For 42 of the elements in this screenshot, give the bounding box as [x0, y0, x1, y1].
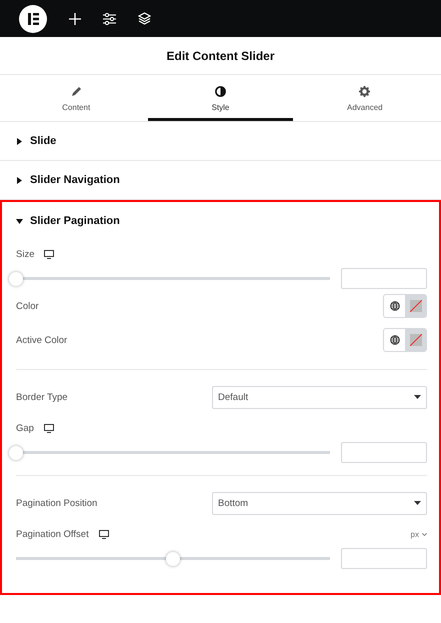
number-input[interactable]	[341, 442, 427, 463]
slider-thumb[interactable]	[9, 446, 23, 460]
control-label: Pagination Offset	[16, 528, 89, 540]
plus-icon[interactable]	[69, 12, 81, 24]
desktop-icon[interactable]	[98, 530, 109, 538]
chevron-down-icon[interactable]	[422, 532, 427, 536]
control-label: Color	[16, 300, 39, 312]
globe-icon[interactable]	[390, 301, 400, 311]
desktop-icon[interactable]	[44, 250, 54, 258]
panel-title: Edit Content Slider	[0, 37, 441, 75]
select-dropdown[interactable]: Default	[212, 386, 427, 408]
number-input[interactable]	[341, 548, 427, 569]
sliders-icon[interactable]	[103, 12, 116, 24]
unit-selector[interactable]: px	[410, 530, 419, 538]
tab[interactable]: Style	[148, 75, 293, 121]
color-picker[interactable]	[383, 294, 427, 318]
globe-icon[interactable]	[390, 335, 400, 345]
select-dropdown[interactable]: Bottom	[212, 492, 427, 514]
layers-icon[interactable]	[138, 12, 151, 25]
no-color-icon[interactable]	[410, 300, 422, 312]
no-color-icon[interactable]	[410, 334, 422, 346]
slider-thumb[interactable]	[166, 552, 180, 566]
desktop-icon[interactable]	[44, 424, 54, 432]
control-label: Pagination Position	[16, 498, 98, 508]
caret-icon	[414, 501, 421, 505]
section-header[interactable]: Slide	[0, 122, 441, 160]
contrast-icon	[214, 86, 226, 96]
section-header[interactable]: Slider Pagination	[2, 202, 439, 240]
number-input[interactable]	[341, 268, 427, 289]
color-picker[interactable]	[383, 328, 427, 352]
caret-icon	[414, 395, 421, 399]
slider-thumb[interactable]	[9, 272, 23, 286]
tab[interactable]: Content	[4, 75, 148, 121]
logo-icon[interactable]	[19, 4, 47, 32]
control-label: Gap	[16, 422, 34, 434]
control-label: Active Color	[16, 334, 68, 346]
control-label: Border Type	[16, 392, 68, 402]
section-header[interactable]: Slider Navigation	[0, 161, 441, 199]
control-label: Size	[16, 248, 34, 260]
gear-icon	[359, 86, 370, 96]
tab[interactable]: Advanced	[292, 75, 437, 121]
pencil-icon	[70, 86, 82, 96]
